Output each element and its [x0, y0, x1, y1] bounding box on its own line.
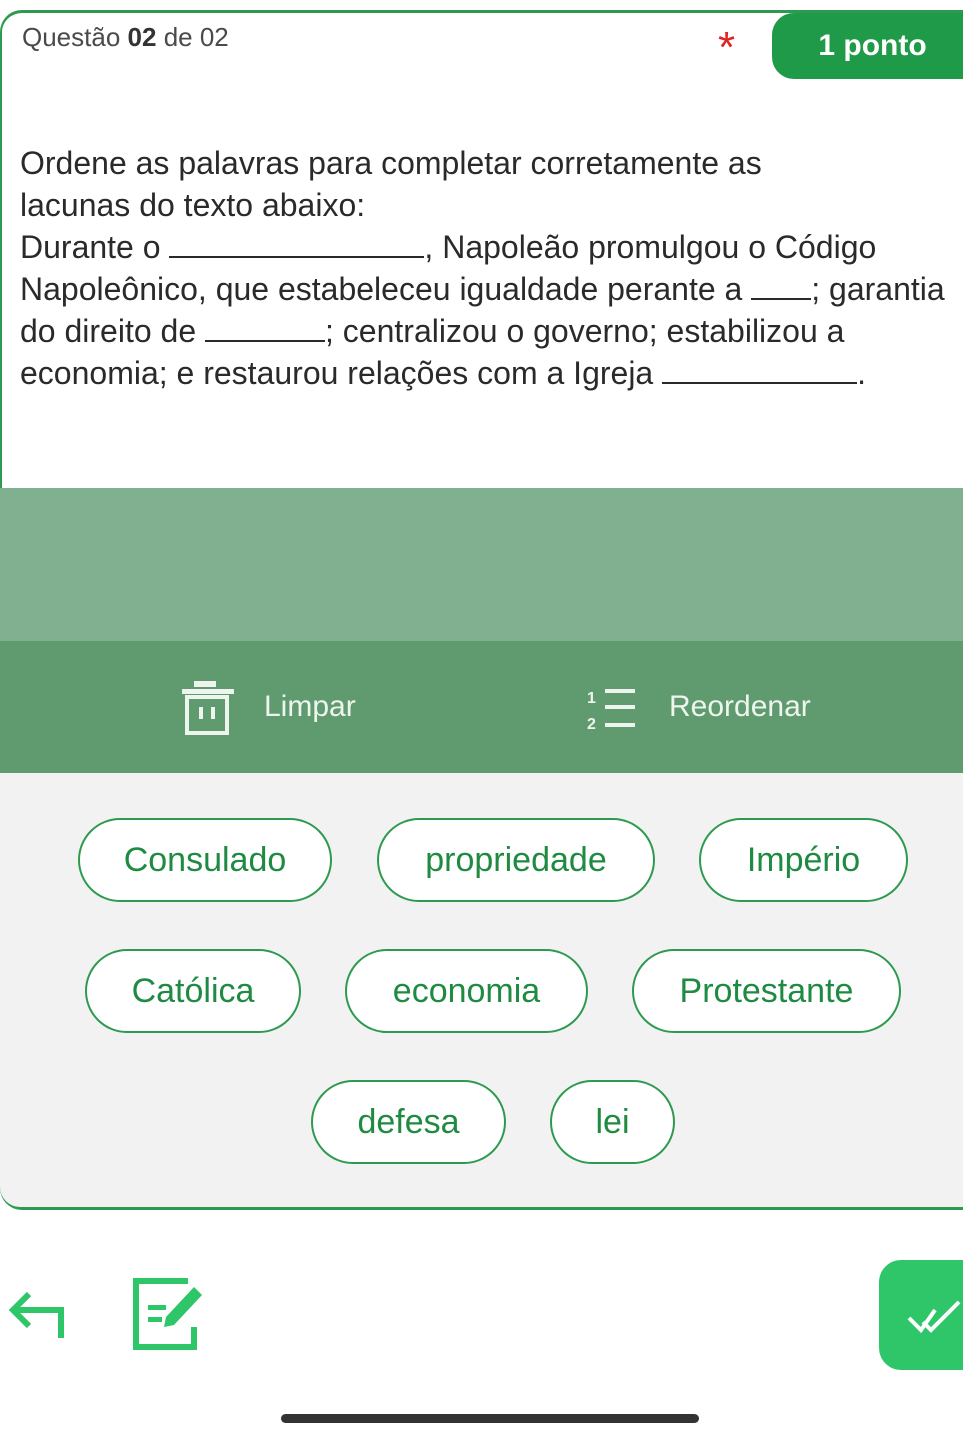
trash-icon	[180, 679, 236, 735]
word-chip-lei[interactable]: lei	[550, 1080, 675, 1164]
answer-toolbar: Limpar 1 2 Reordenar	[0, 641, 963, 773]
reorder-label: Reordenar	[669, 690, 811, 723]
numbered-list-icon: 1 2	[585, 679, 641, 735]
word-chip-consulado[interactable]: Consulado	[78, 818, 332, 902]
edit-note-button[interactable]	[130, 1275, 210, 1353]
word-chip-propriedade[interactable]: propriedade	[377, 818, 655, 902]
blank-1[interactable]	[169, 230, 425, 258]
clear-button[interactable]: Limpar	[180, 641, 356, 773]
text-segment-5: .	[857, 355, 866, 391]
question-header: Questão 02 de 02	[22, 22, 229, 53]
question-number: 02	[127, 22, 157, 52]
word-chip-protestante[interactable]: Protestante	[632, 949, 901, 1033]
question-label: Questão	[22, 22, 121, 52]
word-chip-defesa[interactable]: defesa	[311, 1080, 506, 1164]
instruction-line-1: Ordene as palavras para completar corret…	[20, 145, 762, 181]
points-badge: 1 ponto	[772, 13, 963, 79]
blank-4[interactable]	[662, 356, 858, 384]
text-segment-1: Durante o	[20, 229, 170, 265]
back-button[interactable]	[5, 1282, 65, 1342]
answer-drop-zone[interactable]	[0, 488, 963, 641]
clear-label: Limpar	[264, 690, 356, 723]
word-chip-economia[interactable]: economia	[345, 949, 588, 1033]
question-text: Ordene as palavras para completar corret…	[20, 142, 945, 394]
instruction-line-2: lacunas do texto abaixo:	[20, 187, 366, 223]
reorder-button[interactable]: 1 2 Reordenar	[585, 641, 811, 773]
double-check-icon	[907, 1300, 961, 1334]
home-indicator	[281, 1414, 699, 1423]
svg-text:1: 1	[587, 690, 596, 707]
submit-button[interactable]	[879, 1260, 963, 1370]
required-icon: *	[718, 23, 736, 72]
edit-note-icon	[133, 1278, 202, 1350]
blank-2[interactable]	[751, 272, 812, 300]
question-total: de 02	[163, 22, 229, 52]
back-arrow-icon	[8, 1291, 64, 1338]
word-chip-catolica[interactable]: Católica	[85, 949, 301, 1033]
word-chip-imperio[interactable]: Império	[699, 818, 908, 902]
svg-text:2: 2	[587, 716, 596, 733]
blank-3[interactable]	[205, 314, 326, 342]
